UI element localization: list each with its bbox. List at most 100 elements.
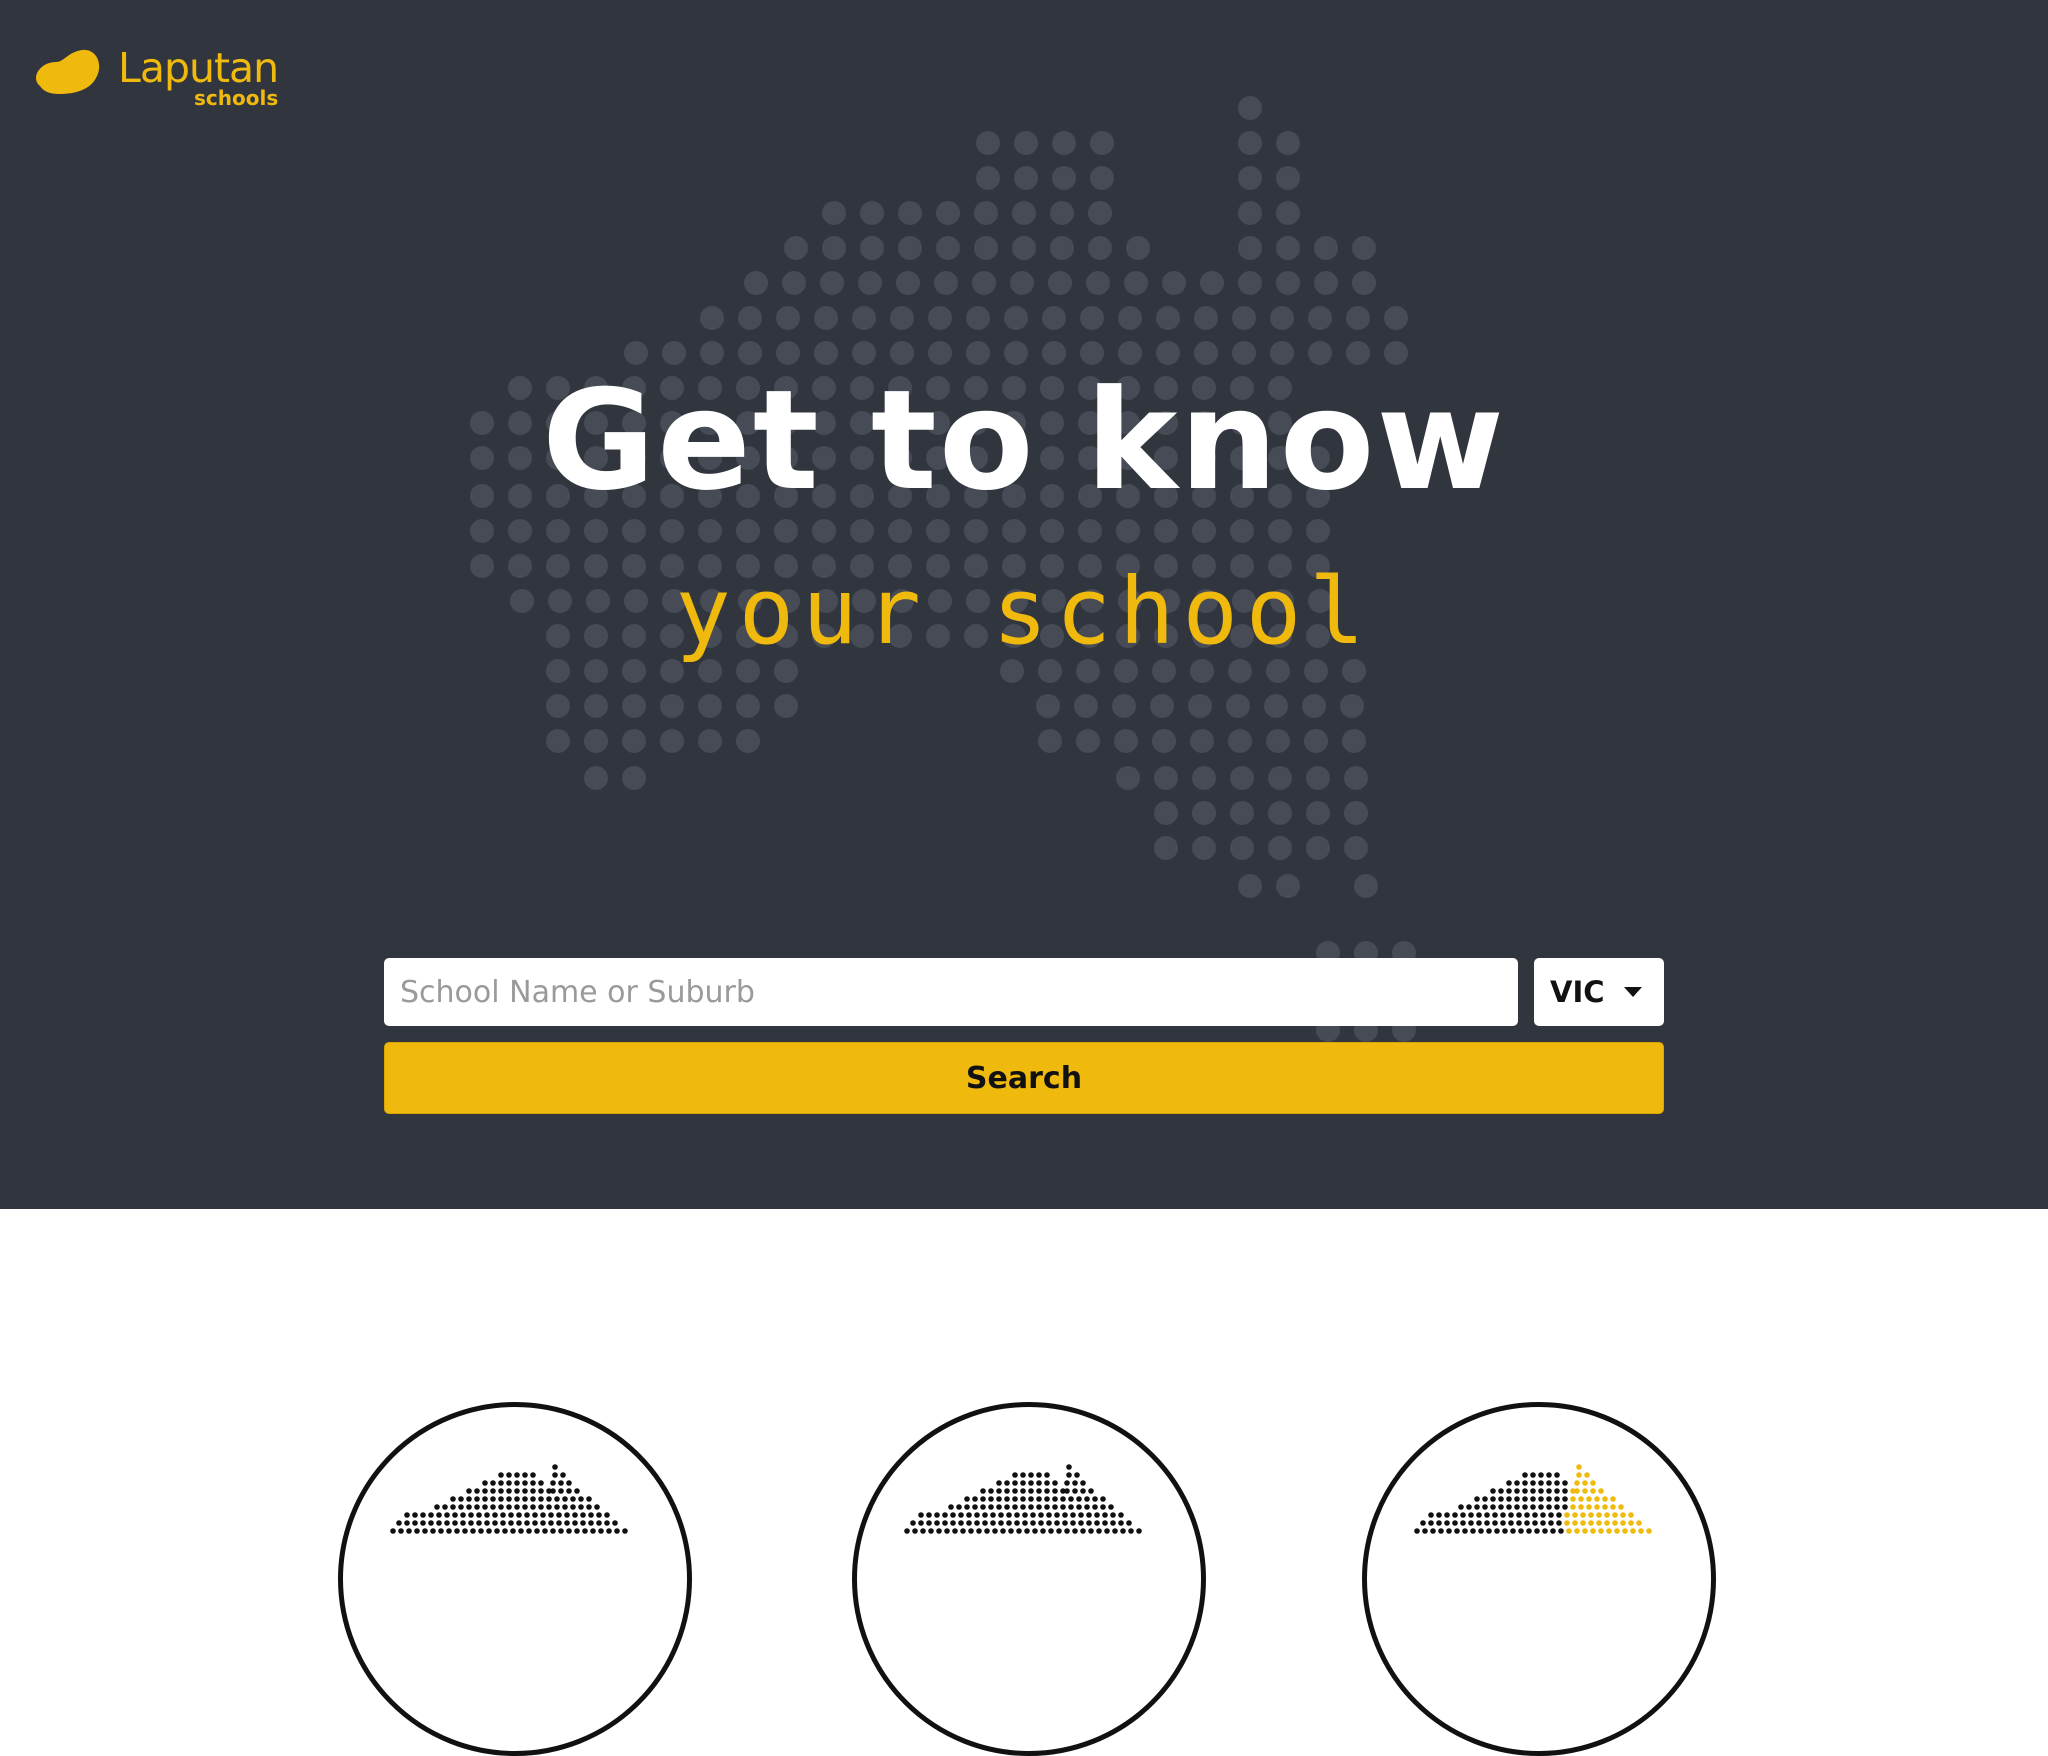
map-dot	[534, 1528, 540, 1534]
map-dot	[1048, 1528, 1054, 1534]
map-dot	[774, 694, 798, 718]
map-dot	[1606, 1528, 1612, 1534]
map-dot	[1004, 1488, 1010, 1494]
map-dot	[1074, 1472, 1080, 1478]
map-dot	[1276, 201, 1300, 225]
map-dot	[1578, 1504, 1584, 1510]
state-select[interactable]: VIC	[1534, 958, 1664, 1026]
map-dot	[1490, 1488, 1496, 1494]
map-dot	[558, 1528, 564, 1534]
map-dot	[420, 1520, 426, 1526]
map-dot	[1050, 201, 1074, 225]
map-dot	[522, 1504, 528, 1510]
map-dot	[1516, 1512, 1522, 1518]
map-dot	[1306, 519, 1330, 543]
map-dot	[502, 1528, 508, 1534]
map-dot	[1530, 1496, 1536, 1502]
map-dot	[1192, 836, 1216, 860]
map-dot	[500, 1520, 506, 1526]
map-dot	[530, 1504, 536, 1510]
map-dot	[1614, 1528, 1620, 1534]
map-dot	[1238, 131, 1262, 155]
map-dot	[1546, 1480, 1552, 1486]
map-dot	[1086, 271, 1110, 295]
map-dot	[450, 1496, 456, 1502]
map-dot	[506, 1488, 512, 1494]
feature-item[interactable]	[338, 1402, 692, 1756]
map-dot	[918, 1520, 924, 1526]
map-dot	[622, 694, 646, 718]
map-dot	[570, 1504, 576, 1510]
map-dot	[1622, 1528, 1628, 1534]
map-dot	[996, 1488, 1002, 1494]
map-dot	[1226, 694, 1250, 718]
map-dot	[524, 1520, 530, 1526]
map-dot	[1102, 1520, 1108, 1526]
map-dot	[1038, 729, 1062, 753]
map-dot	[1078, 1512, 1084, 1518]
map-dot	[560, 1472, 566, 1478]
map-dot	[498, 1496, 504, 1502]
map-dot	[564, 1520, 570, 1526]
map-dot	[1238, 236, 1262, 260]
search-input[interactable]	[384, 958, 1518, 1026]
map-dot	[444, 1512, 450, 1518]
logo[interactable]: Laputan schools	[34, 44, 294, 116]
map-dot	[1452, 1520, 1458, 1526]
australia-map-icon	[390, 1464, 628, 1534]
map-dot	[1096, 1528, 1102, 1534]
map-dot	[936, 201, 960, 225]
map-dot	[1444, 1520, 1450, 1526]
map-dot	[1162, 271, 1186, 295]
feature-item[interactable]	[852, 1402, 1206, 1756]
map-dot	[1538, 1488, 1544, 1494]
map-dot	[564, 1512, 570, 1518]
map-dot	[1266, 729, 1290, 753]
map-dot	[1542, 1528, 1548, 1534]
map-dot	[452, 1512, 458, 1518]
map-dot	[1482, 1496, 1488, 1502]
map-dot	[812, 519, 836, 543]
hero-section: Laputan schools Get to know your school …	[0, 0, 2048, 1209]
map-dot	[782, 271, 806, 295]
feature-item[interactable]	[1362, 1402, 1716, 1756]
map-dot	[526, 1528, 532, 1534]
map-dot	[1004, 306, 1028, 330]
map-dot	[1080, 1528, 1086, 1534]
map-dot	[1006, 1520, 1012, 1526]
map-dot	[964, 519, 988, 543]
map-dot	[460, 1520, 466, 1526]
map-dot	[1112, 694, 1136, 718]
map-dot	[976, 166, 1000, 190]
map-dot	[1230, 766, 1254, 790]
map-dot	[1090, 166, 1114, 190]
map-dot	[1498, 1488, 1504, 1494]
map-dot	[550, 1528, 556, 1534]
map-dot	[890, 306, 914, 330]
map-dot	[584, 694, 608, 718]
map-dot	[500, 1512, 506, 1518]
map-dot	[942, 1512, 948, 1518]
map-dot	[546, 519, 570, 543]
map-dot	[580, 1512, 586, 1518]
map-dot	[436, 1512, 442, 1518]
search-button[interactable]: Search	[384, 1042, 1664, 1114]
map-dot	[1188, 694, 1212, 718]
map-dot	[1604, 1512, 1610, 1518]
map-dot	[1590, 1480, 1596, 1486]
map-dot	[1006, 1512, 1012, 1518]
map-dot	[1306, 836, 1330, 860]
map-dot	[1070, 1520, 1076, 1526]
map-dot	[566, 1488, 572, 1494]
map-dot	[1000, 1528, 1006, 1534]
map-dot	[974, 236, 998, 260]
map-dot	[454, 1528, 460, 1534]
map-dot	[1268, 766, 1292, 790]
map-dot	[1498, 1504, 1504, 1510]
map-dot	[968, 1528, 974, 1534]
map-dot	[538, 1496, 544, 1502]
map-dot	[1238, 201, 1262, 225]
map-dot	[860, 236, 884, 260]
map-dot	[1120, 1528, 1126, 1534]
map-dot	[1562, 1488, 1568, 1494]
